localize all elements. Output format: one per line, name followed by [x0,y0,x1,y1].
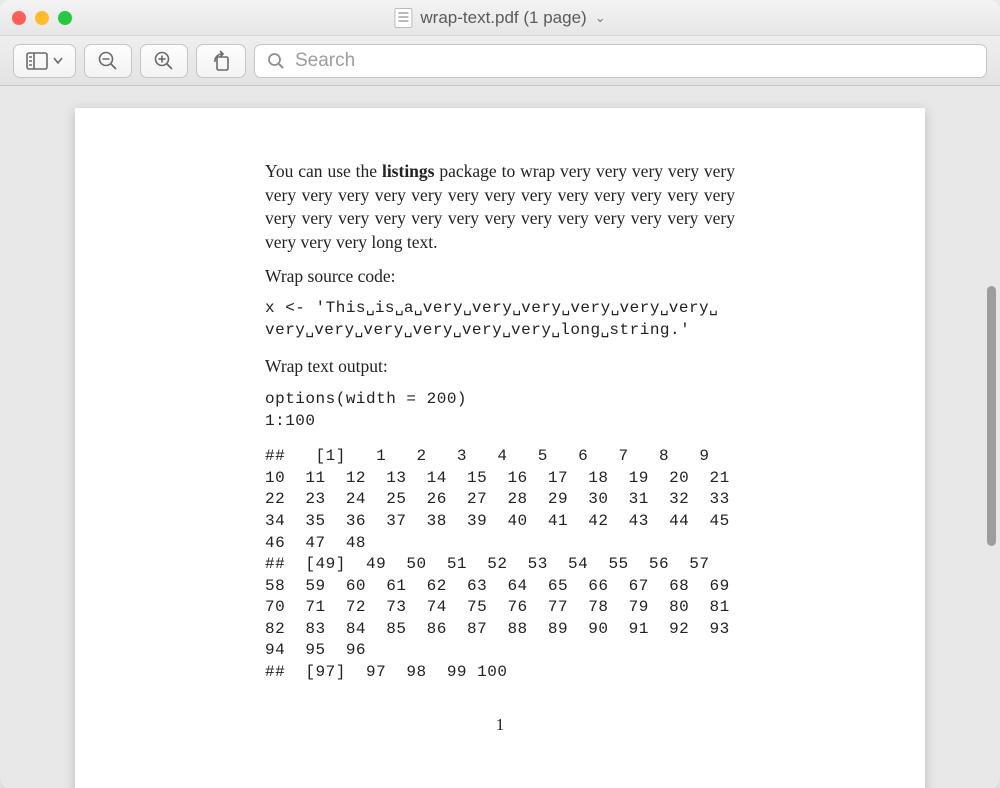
scrollbar-thumb[interactable] [987,286,996,546]
output-rows-block: ## [1] 1 2 3 4 5 6 7 8 9 10 11 12 13 14 … [265,446,735,684]
scrollbar-track[interactable] [983,86,999,788]
zoom-in-button[interactable] [140,44,188,78]
intro-paragraph: You can use the listings package to wrap… [265,160,735,255]
rotate-button[interactable] [196,44,246,78]
chevron-down-icon [53,57,63,65]
zoom-button[interactable] [58,11,72,25]
code-output-block: options(width = 200) 1:100 [265,389,735,432]
heading-source: Wrap source code: [265,265,735,289]
sidebar-icon [26,52,48,70]
search-field[interactable] [254,44,987,78]
search-input[interactable] [295,50,974,72]
zoom-group [84,44,188,78]
page-number: 1 [265,714,735,737]
toolbar [0,36,1000,86]
pdf-file-icon [394,8,412,28]
content-area: You can use the listings package to wrap… [0,86,1000,788]
zoom-in-icon [153,50,175,72]
heading-output: Wrap text output: [265,355,735,379]
minimize-button[interactable] [35,11,49,25]
chevron-down-icon: ⌄ [595,10,606,26]
titlebar: wrap-text.pdf (1 page) ⌄ [0,0,1000,36]
zoom-out-button[interactable] [84,44,132,78]
search-icon [267,52,285,70]
close-button[interactable] [12,11,26,25]
intro-bold: listings [382,161,435,181]
code-source-block: x <- 'Thisisaveryveryveryveryveryveryver… [265,298,735,341]
zoom-out-icon [97,50,119,72]
code-output-line2: 1:100 [265,412,316,430]
page-viewport[interactable]: You can use the listings package to wrap… [0,86,1000,788]
intro-prefix: You can use the [265,161,382,181]
sidebar-toggle-button[interactable] [13,44,76,78]
window-title-group[interactable]: wrap-text.pdf (1 page) ⌄ [394,8,605,28]
preview-window: wrap-text.pdf (1 page) ⌄ [0,0,1000,788]
rotate-icon [209,50,233,72]
traffic-lights [12,11,72,25]
pdf-page: You can use the listings package to wrap… [75,108,925,788]
window-title: wrap-text.pdf (1 page) [420,8,586,28]
code-output-line1: options(width = 200) [265,390,467,408]
